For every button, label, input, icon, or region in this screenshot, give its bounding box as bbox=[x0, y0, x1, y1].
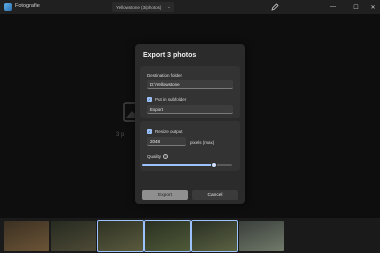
edit-icon[interactable] bbox=[270, 2, 280, 12]
chevron-down-icon: ⌄ bbox=[166, 4, 171, 10]
filmstrip-thumbnail[interactable] bbox=[191, 220, 238, 252]
app-logo-icon bbox=[4, 3, 12, 11]
filmstrip-thumbnail[interactable] bbox=[97, 220, 144, 252]
resize-pixels-field[interactable]: 2048 bbox=[147, 137, 186, 146]
subfolder-label: Put in subfolder bbox=[155, 97, 187, 102]
filmstrip bbox=[0, 218, 380, 253]
subfolder-checkbox[interactable]: ✓ bbox=[147, 97, 152, 102]
minimize-button[interactable]: — bbox=[326, 0, 340, 14]
destination-field[interactable]: D:\Yellowstone bbox=[147, 80, 233, 89]
title-bar: Fotografie Yellowstone (3/photos) ⌄ — ☐ … bbox=[0, 0, 380, 14]
subfolder-field[interactable]: Export bbox=[147, 105, 233, 114]
dialog-title: Export 3 photos bbox=[143, 52, 197, 59]
info-icon[interactable]: ? bbox=[163, 154, 168, 159]
export-button[interactable]: Export bbox=[142, 190, 188, 200]
export-dialog: Export 3 photos Destination folder D:\Ye… bbox=[135, 44, 245, 204]
destination-label: Destination folder bbox=[147, 73, 183, 78]
filmstrip-thumbnail[interactable] bbox=[51, 221, 96, 251]
resize-checkbox[interactable]: ✓ bbox=[147, 129, 152, 134]
quality-slider-thumb[interactable] bbox=[211, 162, 217, 168]
close-button[interactable]: ✕ bbox=[366, 0, 380, 14]
quality-slider-fill bbox=[142, 164, 214, 166]
quality-label: Quality bbox=[147, 154, 162, 159]
folder-selector-label: Yellowstone (3/photos) bbox=[116, 4, 162, 10]
quality-slider[interactable] bbox=[142, 162, 232, 168]
cancel-button[interactable]: Cancel bbox=[192, 190, 238, 200]
filmstrip-thumbnail[interactable] bbox=[4, 221, 49, 251]
filmstrip-thumbnail[interactable] bbox=[144, 220, 191, 252]
app-title: Fotografie bbox=[15, 3, 40, 9]
destination-card: Destination folder D:\Yellowstone ✓ Put … bbox=[140, 66, 240, 118]
resize-unit-label: pixels (max) bbox=[190, 140, 215, 145]
resize-label: Resize output bbox=[155, 129, 183, 134]
filmstrip-thumbnail[interactable] bbox=[239, 221, 284, 251]
folder-selector[interactable]: Yellowstone (3/photos) ⌄ bbox=[112, 2, 174, 12]
maximize-button[interactable]: ☐ bbox=[349, 0, 363, 14]
